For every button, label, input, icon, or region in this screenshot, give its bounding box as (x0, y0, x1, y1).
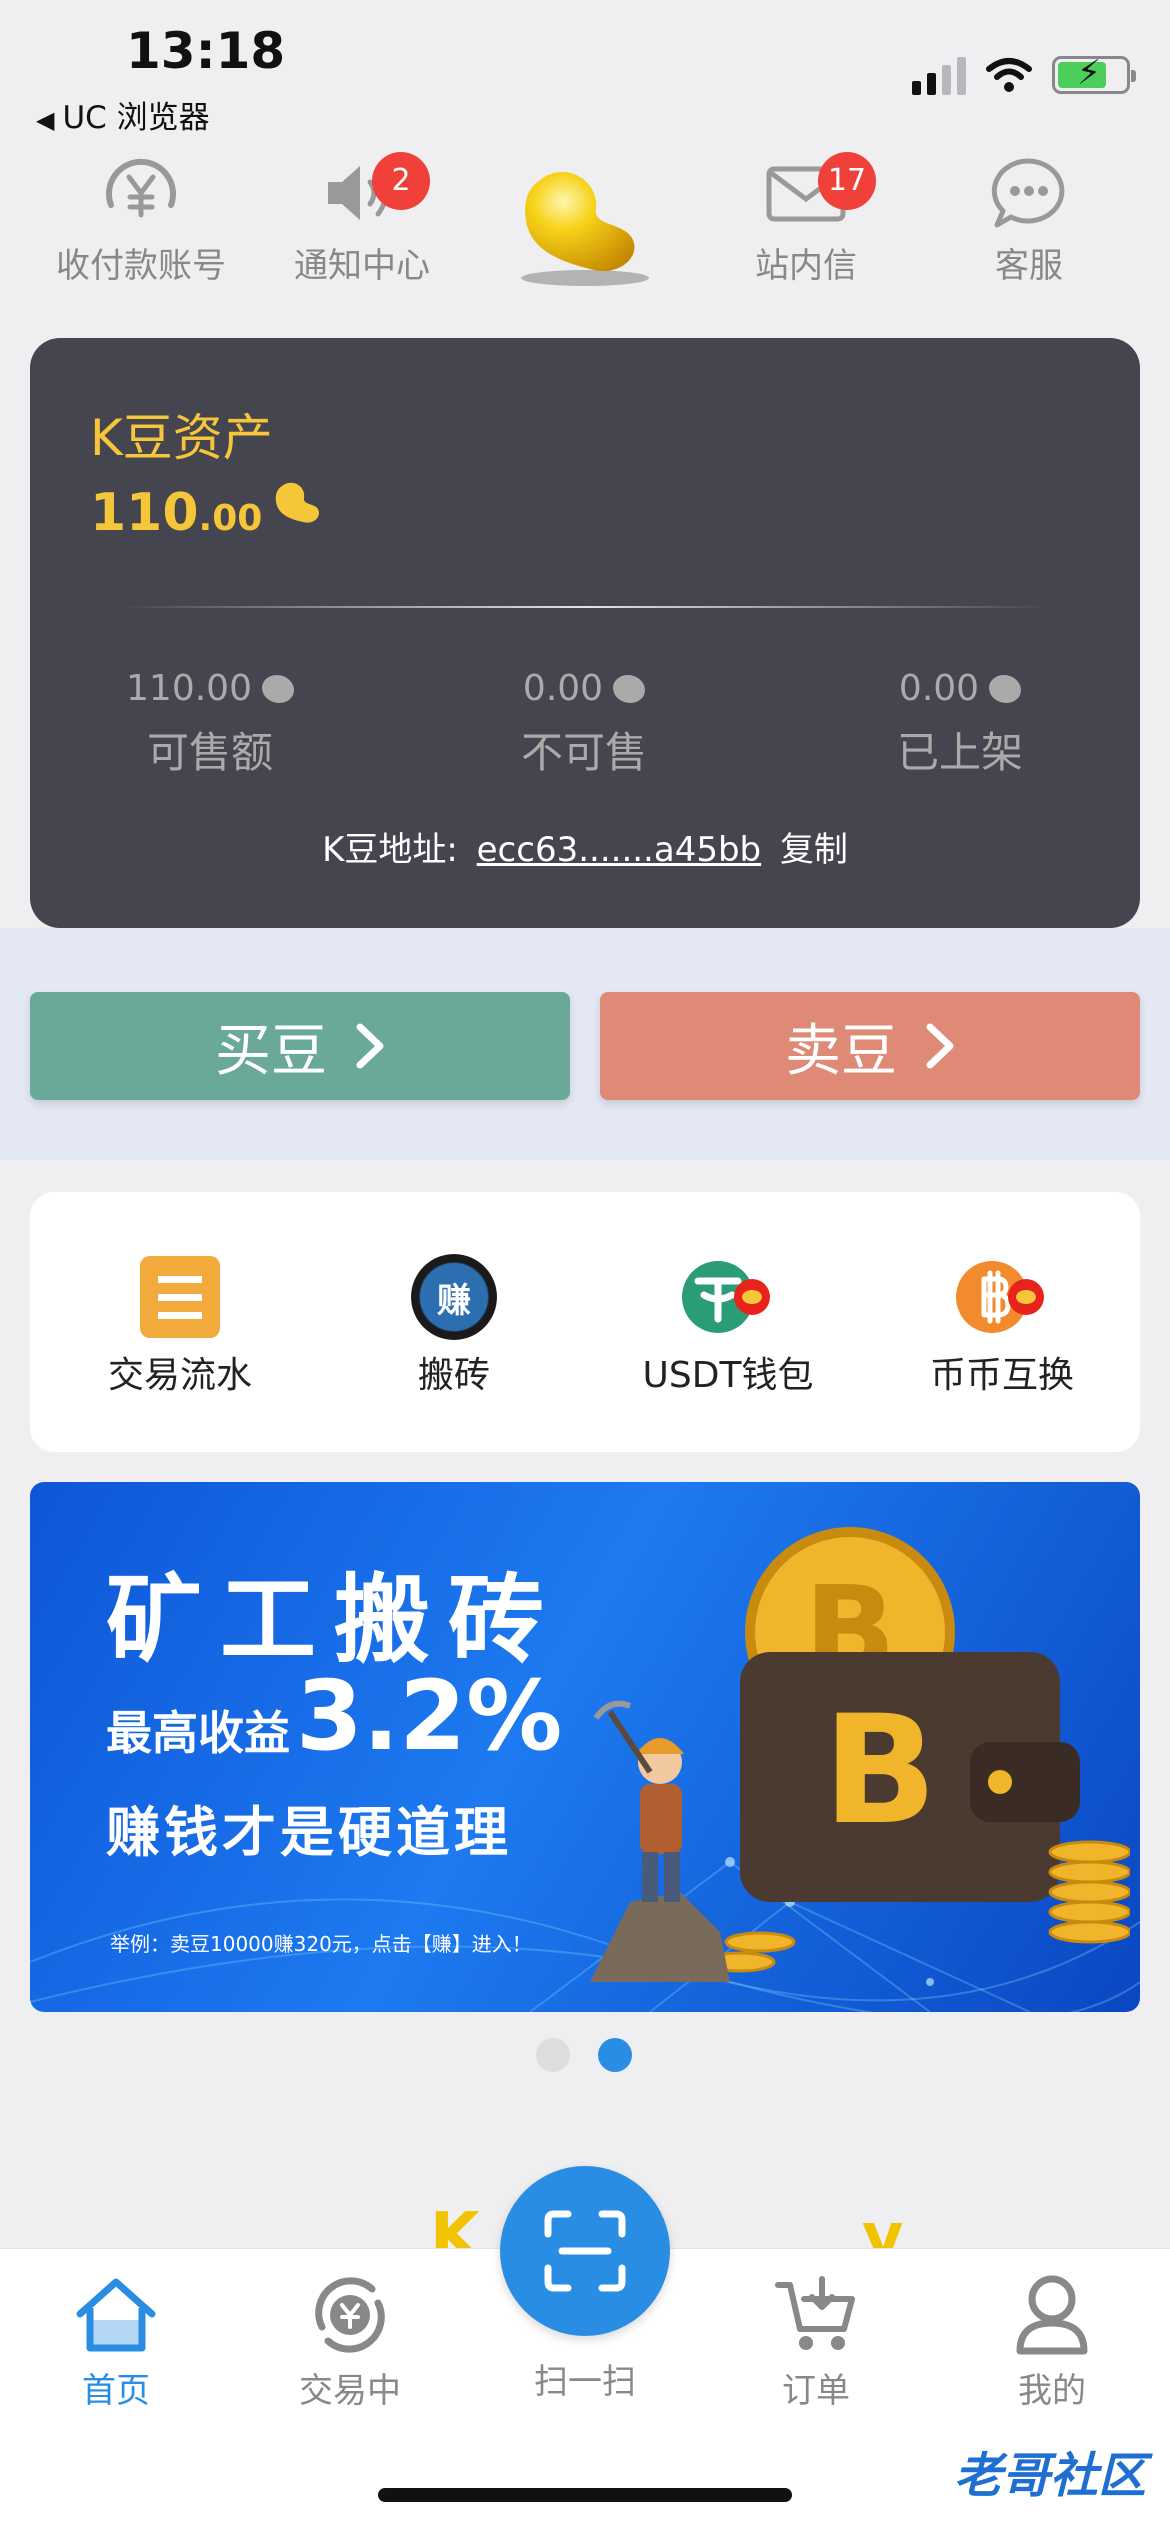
back-triangle-icon: ◀ (36, 106, 55, 134)
quick-label: 搬砖 (417, 1355, 490, 1396)
small-bean-icon (613, 674, 646, 703)
scan-icon (544, 2210, 626, 2292)
asset-total-integer: 110 (90, 483, 199, 543)
action-band: 买豆 卖豆 (0, 928, 1170, 1160)
status-time: 13:18 (126, 22, 286, 80)
sell-bean-button[interactable]: 卖豆 (600, 992, 1140, 1100)
cart-icon (775, 2276, 855, 2350)
carousel-dot-active[interactable] (598, 2038, 632, 2072)
stat-sellable: 110.00 可售额 (80, 668, 340, 780)
ledger-icon (140, 1256, 220, 1338)
buy-bean-button[interactable]: 买豆 (30, 992, 570, 1100)
bitcoin-swap-icon (956, 1261, 1044, 1333)
promo-banner[interactable]: 矿工搬砖 最高收益 3.2% 赚钱才是硬道理 举例：卖豆10000赚320元，点击… (30, 1482, 1140, 2012)
asset-divider (120, 606, 1050, 608)
asset-total-decimal: .00 (198, 498, 263, 539)
earn-badge-icon: 赚 (411, 1254, 497, 1340)
tab-home[interactable]: 首页 (26, 2269, 206, 2412)
tab-profile[interactable]: 我的 (962, 2269, 1142, 2412)
address-row: K豆地址: ecc63.......a45bb 复制 (30, 822, 1140, 871)
notification-badge: 2 (372, 152, 430, 210)
yen-cycle-icon (315, 2277, 385, 2353)
carousel-dot[interactable] (536, 2038, 570, 2072)
chevron-right-icon (926, 1023, 954, 1069)
wifi-icon (986, 58, 1032, 92)
tab-label: 订单 (782, 2371, 850, 2411)
quick-usdt-wallet[interactable]: USDT钱包 (598, 1252, 858, 1398)
stat-label: 不可售 (520, 728, 647, 777)
small-bean-icon (261, 674, 294, 703)
golden-bean-icon (521, 171, 649, 286)
cellular-signal-icon (912, 55, 966, 95)
address-value[interactable]: ecc63.......a45bb (477, 830, 761, 870)
carousel-dots (536, 2038, 632, 2072)
sell-label: 卖豆 (785, 1018, 897, 1084)
stat-listed: 0.00 已上架 (830, 668, 1090, 780)
banner-yield-value: 3.2% (296, 1660, 563, 1772)
stat-value: 110.00 (126, 668, 252, 709)
tab-orders[interactable]: 订单 (726, 2269, 906, 2412)
nav-payment-accounts[interactable]: 收付款账号 (41, 150, 241, 287)
tab-label: 首页 (82, 2371, 150, 2411)
nav-messages[interactable]: 17 站内信 (706, 150, 906, 287)
svg-text:B: B (823, 1684, 937, 1858)
golden-bean-icon (276, 482, 320, 523)
asset-total: 110.00 (90, 478, 328, 543)
nav-label: 通知中心 (294, 246, 430, 286)
copy-address-button[interactable]: 复制 (780, 830, 848, 870)
nav-customer-service[interactable]: 客服 (929, 150, 1129, 287)
asset-card: K豆资产 110.00 110.00 可售额 0.00 不可售 0.00 已上架… (30, 338, 1140, 928)
nav-label: 站内信 (755, 246, 857, 286)
quick-label: 币币互换 (929, 1355, 1074, 1396)
yen-coin-icon (106, 158, 176, 218)
tab-label: 我的 (1018, 2371, 1086, 2411)
home-indicator (378, 2488, 792, 2502)
back-app-label: UC 浏览器 (62, 100, 210, 136)
nav-label: 收付款账号 (56, 246, 226, 286)
profile-icon (1016, 2275, 1088, 2355)
bitcoin-wallet-illustration: B B (590, 1527, 1130, 1982)
banner-note: 举例：卖豆10000赚320元，点击【赚】进入！ (110, 1932, 532, 1956)
quick-label: USDT钱包 (642, 1355, 814, 1396)
back-to-app-link[interactable]: ◀ UC 浏览器 (36, 92, 210, 137)
status-icons: ⚡ (912, 52, 1136, 98)
chevron-right-icon (356, 1023, 384, 1069)
scan-label: 扫一扫 (534, 2362, 636, 2402)
asset-title: K豆资产 (90, 409, 273, 467)
buy-label: 买豆 (215, 1018, 327, 1084)
banner-yield-prefix: 最高收益 (106, 1706, 290, 1760)
quick-actions-card: 交易流水 赚 搬砖 USDT钱包 币币互换 (30, 1192, 1140, 1452)
tether-icon (682, 1261, 770, 1333)
banner-tagline: 赚钱才是硬道理 (106, 1801, 512, 1864)
home-icon (76, 2278, 156, 2352)
stat-value: 0.00 (522, 668, 604, 709)
watermark: 老哥社区 (953, 2448, 1146, 2504)
quick-transaction-history[interactable]: 交易流水 (50, 1252, 310, 1398)
stat-value: 0.00 (898, 668, 980, 709)
tab-label: 交易中 (299, 2371, 401, 2411)
message-badge: 17 (818, 152, 876, 210)
stat-label: 已上架 (896, 728, 1023, 777)
quick-label: 交易流水 (107, 1355, 252, 1396)
quick-coin-swap[interactable]: 币币互换 (872, 1252, 1132, 1398)
address-label: K豆地址: (322, 830, 458, 870)
tab-trading[interactable]: 交易中 (260, 2269, 440, 2412)
scan-button[interactable] (500, 2166, 670, 2336)
quick-mining[interactable]: 赚 搬砖 (324, 1252, 584, 1398)
chat-bubble-icon (991, 158, 1065, 228)
banner-yield: 最高收益 3.2% (106, 1660, 562, 1772)
nav-label: 客服 (995, 246, 1063, 286)
small-bean-icon (989, 674, 1022, 703)
stat-unsellable: 0.00 不可售 (454, 668, 714, 780)
earn-badge-text: 赚 (437, 1280, 471, 1321)
nav-notifications[interactable]: 2 通知中心 (262, 150, 462, 287)
battery-icon: ⚡ (1052, 53, 1136, 94)
status-bar: 13:18 ◀ UC 浏览器 ⚡ (0, 0, 1170, 140)
stat-label: 可售额 (146, 728, 273, 777)
